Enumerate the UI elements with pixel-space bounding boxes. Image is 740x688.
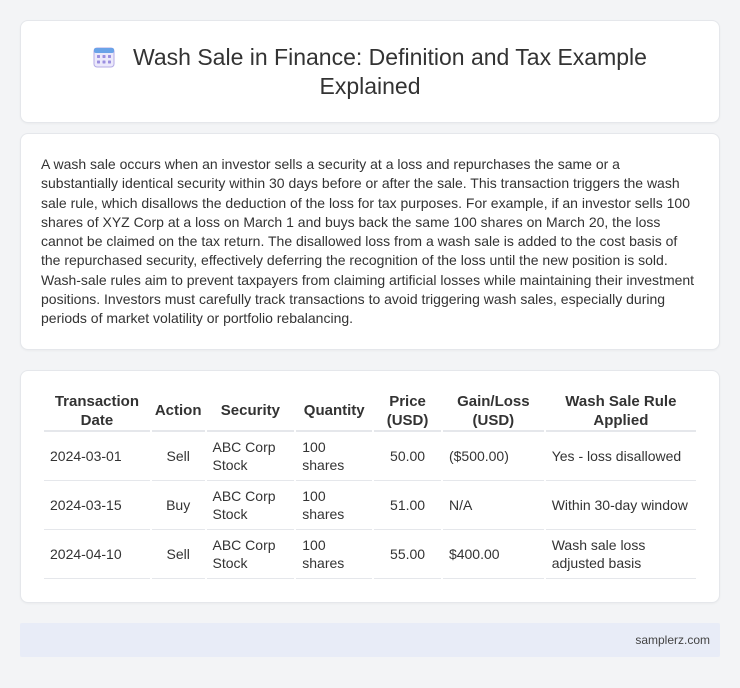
cell-wash-sale-rule: Within 30-day window <box>545 481 696 530</box>
cell-date: 2024-03-15 <box>44 481 150 530</box>
page-title-block: Wash Sale in Finance: Definition and Tax… <box>61 43 679 101</box>
cell-quantity: 100 shares <box>296 481 373 530</box>
column-header-transaction-date: Transaction Date <box>44 391 150 432</box>
table-card: Transaction Date Action Security Quantit… <box>20 370 720 603</box>
calendar-icon <box>93 46 115 68</box>
cell-gain-loss: $400.00 <box>442 530 544 579</box>
cell-price: 55.00 <box>374 530 441 579</box>
article-paragraph: A wash sale occurs when an investor sell… <box>41 156 695 327</box>
cell-action: Sell <box>151 432 205 481</box>
table-row: 2024-03-01 Sell ABC Corp Stock 100 share… <box>44 432 696 481</box>
cell-price: 50.00 <box>374 432 441 481</box>
cell-security: ABC Corp Stock <box>206 530 295 579</box>
table-row: 2024-03-15 Buy ABC Corp Stock 100 shares… <box>44 481 696 530</box>
column-header-quantity: Quantity <box>296 391 373 432</box>
cell-date: 2024-03-01 <box>44 432 150 481</box>
cell-action: Buy <box>151 481 205 530</box>
column-header-gain-loss: Gain/Loss (USD) <box>442 391 544 432</box>
footer-site-link[interactable]: samplerz.com <box>635 633 710 647</box>
table-row: 2024-04-10 Sell ABC Corp Stock 100 share… <box>44 530 696 579</box>
page-title: Wash Sale in Finance: Definition and Tax… <box>133 43 647 99</box>
page: Wash Sale in Finance: Definition and Tax… <box>0 0 740 657</box>
cell-wash-sale-rule: Wash sale loss adjusted basis <box>545 530 696 579</box>
cell-action: Sell <box>151 530 205 579</box>
table-header-row: Transaction Date Action Security Quantit… <box>44 391 696 432</box>
column-header-action: Action <box>151 391 205 432</box>
article-card: A wash sale occurs when an investor sell… <box>20 133 720 350</box>
cell-wash-sale-rule: Yes - loss disallowed <box>545 432 696 481</box>
footer: samplerz.com <box>20 623 720 657</box>
cell-gain-loss: N/A <box>442 481 544 530</box>
cell-date: 2024-04-10 <box>44 530 150 579</box>
column-header-security: Security <box>206 391 295 432</box>
cell-gain-loss: ($500.00) <box>442 432 544 481</box>
cell-security: ABC Corp Stock <box>206 481 295 530</box>
cell-quantity: 100 shares <box>296 432 373 481</box>
cell-quantity: 100 shares <box>296 530 373 579</box>
column-header-wash-sale-rule: Wash Sale Rule Applied <box>545 391 696 432</box>
title-card: Wash Sale in Finance: Definition and Tax… <box>20 20 720 123</box>
cell-security: ABC Corp Stock <box>206 432 295 481</box>
column-header-price: Price (USD) <box>374 391 441 432</box>
cell-price: 51.00 <box>374 481 441 530</box>
transactions-table: Transaction Date Action Security Quantit… <box>42 391 698 579</box>
